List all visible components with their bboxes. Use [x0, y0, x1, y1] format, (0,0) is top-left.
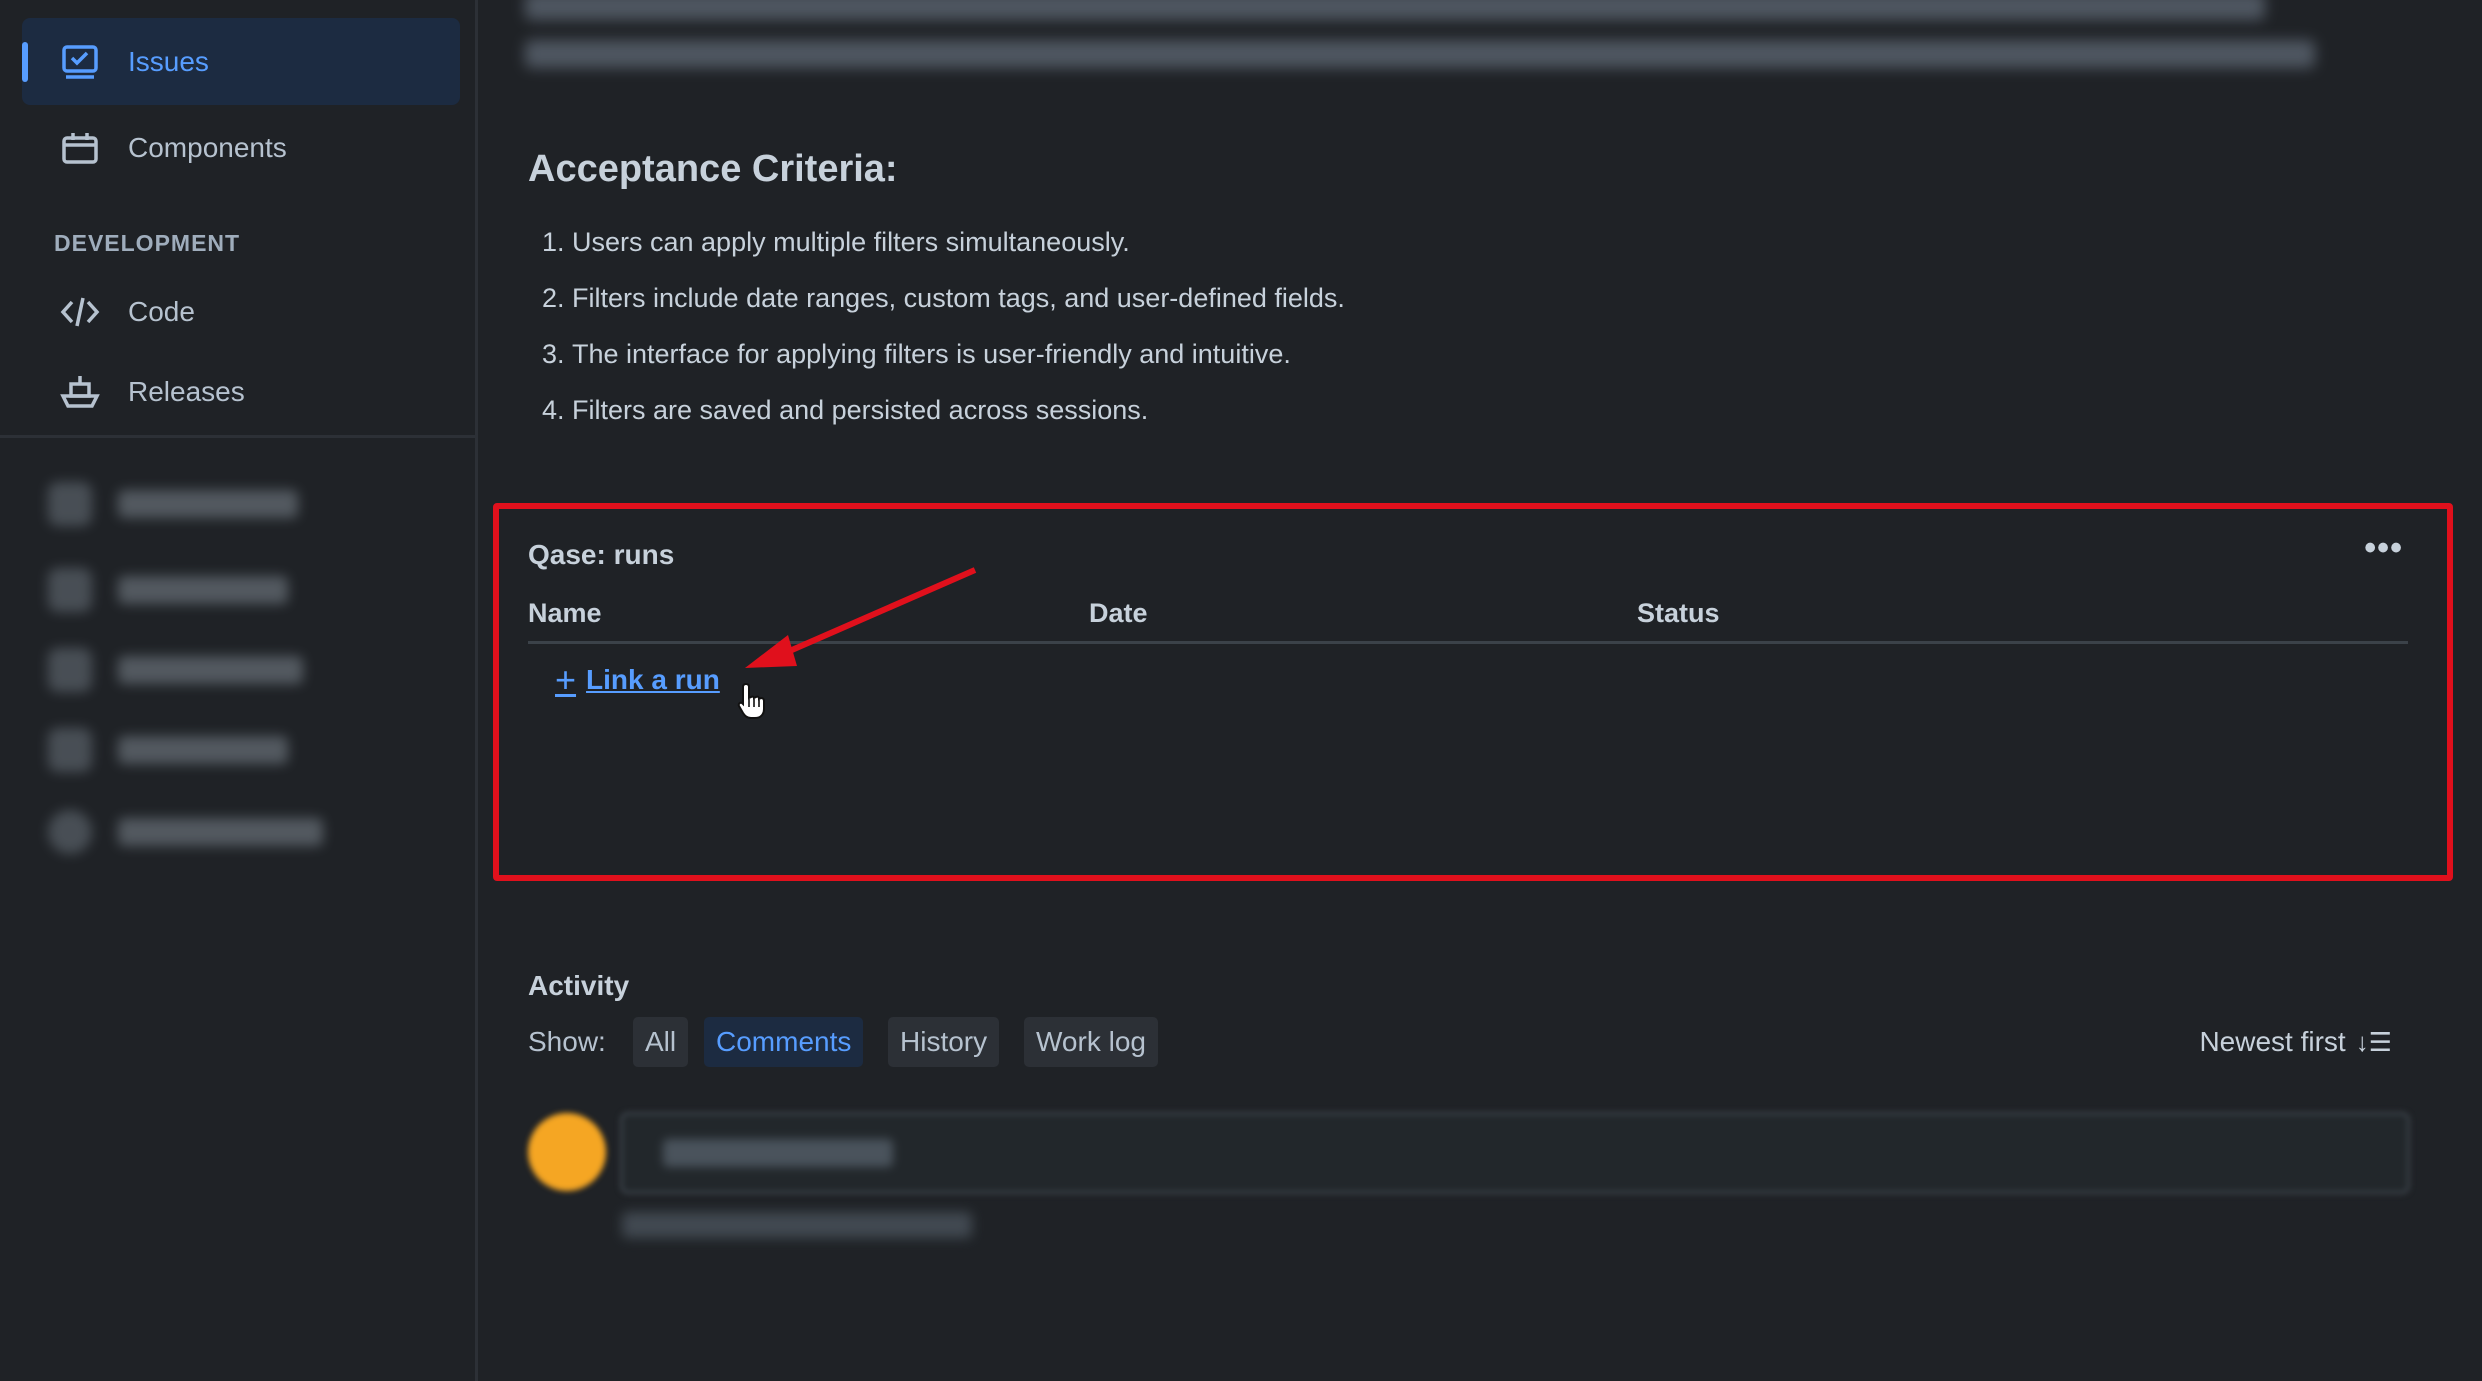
column-header-name: Name: [528, 598, 602, 628]
releases-icon: [60, 372, 100, 412]
section-label-development: DEVELOPMENT: [54, 230, 241, 256]
sort-icon: ↓☰: [2355, 1026, 2392, 1057]
link-a-run-button[interactable]: + Link a run: [555, 662, 720, 698]
blurred-sidebar-item: [48, 648, 303, 692]
list-item: 1. Users can apply multiple filters simul…: [542, 227, 1130, 257]
sort-newest-first-button[interactable]: Newest first ↓☰: [2199, 1026, 2392, 1058]
blurred-sidebar-item: [48, 568, 288, 612]
blurred-description-text: [525, 40, 2315, 68]
list-item: 4. Filters are saved and persisted across…: [542, 395, 1149, 425]
sidebar-item-label: Code: [128, 295, 195, 327]
column-header-status: Status: [1637, 598, 1720, 628]
sidebar-item-label: Issues: [128, 45, 209, 77]
filter-all-button[interactable]: All: [633, 1017, 689, 1067]
show-label: Show:: [528, 1026, 606, 1057]
filter-comments-button[interactable]: Comments: [704, 1017, 864, 1067]
sidebar-item-issues[interactable]: Issues: [22, 18, 460, 105]
app-root: Issues Components DEVELOPMENT Code Relea…: [0, 0, 2482, 1381]
blurred-sidebar-item: [48, 482, 298, 526]
sidebar-item-label: Components: [128, 131, 287, 163]
blurred-sidebar-item: [48, 728, 288, 772]
list-item: 2. Filters include date ranges, custom ta…: [542, 283, 1345, 313]
main-content: Acceptance Criteria: 1. Users can apply m…: [480, 0, 2482, 1381]
sidebar-item-label: Releases: [128, 375, 245, 407]
blurred-pro-tip: [622, 1212, 972, 1238]
acceptance-criteria-heading: Acceptance Criteria:: [528, 148, 898, 190]
comment-input[interactable]: [620, 1112, 2410, 1194]
activity-title: Activity: [528, 970, 630, 1001]
hand-pointer-cursor-icon: [737, 682, 767, 725]
components-icon: [60, 128, 100, 168]
link-a-run-label: Link a run: [586, 664, 720, 695]
issues-icon: [60, 42, 100, 82]
sidebar-item-components[interactable]: Components: [22, 104, 460, 191]
filter-worklog-button[interactable]: Work log: [1024, 1017, 1158, 1067]
sidebar-item-code[interactable]: Code: [22, 268, 460, 355]
sidebar: Issues Components DEVELOPMENT Code Relea…: [0, 0, 478, 1381]
filter-history-button[interactable]: History: [888, 1017, 1000, 1067]
sidebar-divider: [0, 435, 478, 438]
list-item: 3. The interface for applying filters is …: [542, 339, 1291, 369]
column-header-date: Date: [1089, 598, 1148, 628]
more-options-icon[interactable]: •••: [2364, 529, 2403, 568]
acceptance-criteria-list: 1. Users can apply multiple filters simul…: [542, 222, 1345, 446]
sidebar-item-releases[interactable]: Releases: [22, 348, 460, 435]
plus-icon: +: [555, 659, 577, 700]
avatar: [528, 1113, 606, 1191]
code-icon: [60, 292, 100, 332]
sort-label: Newest first: [2199, 1026, 2346, 1057]
blurred-sidebar-item: [48, 810, 323, 854]
blurred-description-text: [525, 0, 2265, 20]
qase-runs-panel: Qase: runs ••• Name Date Status + Link a…: [493, 503, 2453, 881]
qase-panel-title: Qase: runs: [528, 539, 675, 570]
table-header-divider: [528, 641, 2408, 644]
